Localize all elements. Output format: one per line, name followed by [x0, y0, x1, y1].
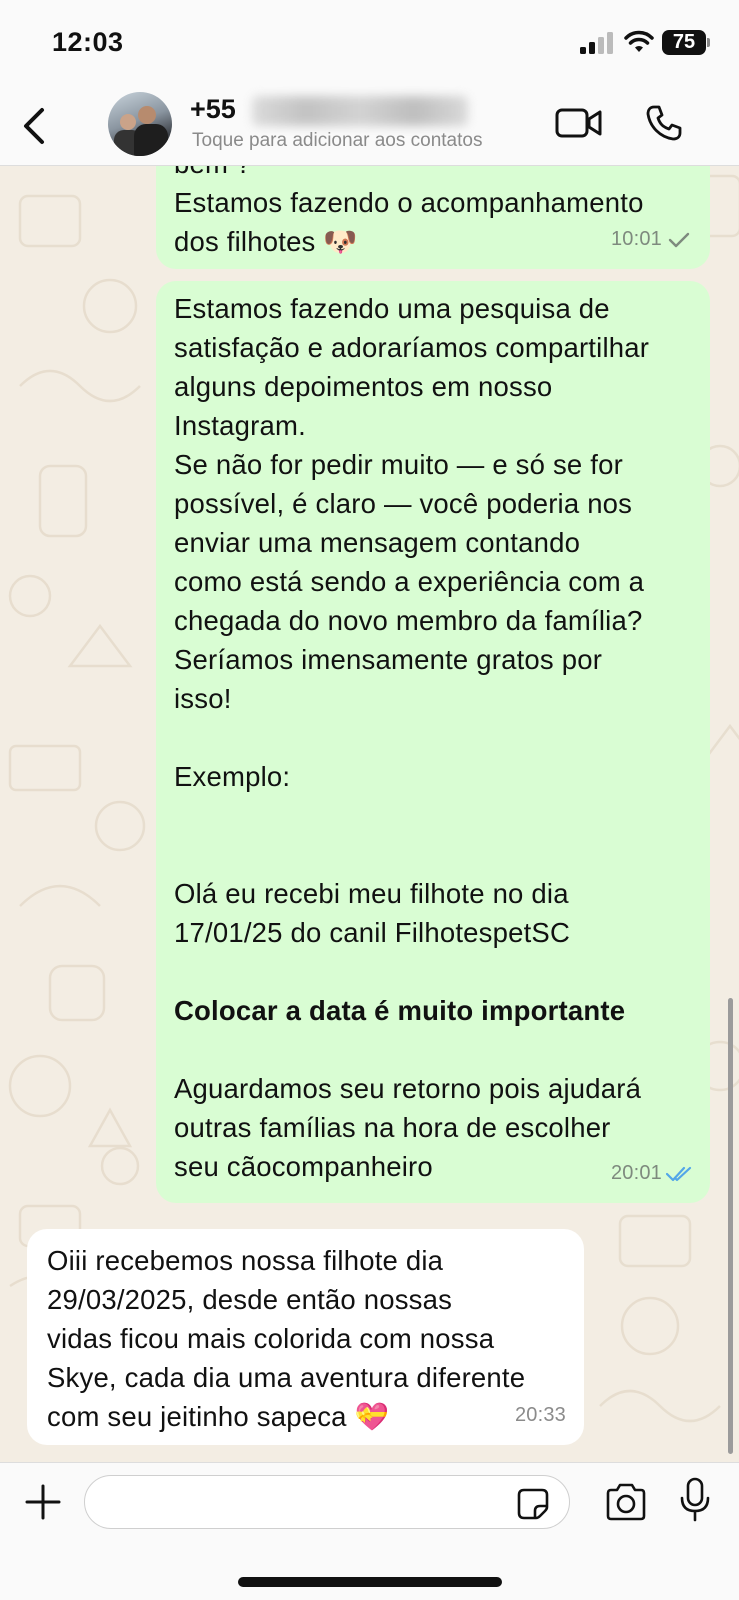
message-line: Oiii recebemos nossa filhote dia — [47, 1245, 444, 1276]
message-bubble-incoming[interactable]: Oiii recebemos nossa filhote dia 29/03/2… — [27, 1229, 584, 1445]
message-line: Skye, cada dia uma aventura diferente — [47, 1362, 526, 1393]
battery-level: 75 — [672, 31, 696, 53]
contact-subtitle[interactable]: Toque para adicionar aos contatos — [192, 130, 482, 152]
plus-icon[interactable] — [24, 1483, 62, 1521]
avatar[interactable] — [108, 92, 172, 156]
message-line: Exemplo: — [174, 761, 291, 792]
message-line: Olá eu recebi meu filhote no dia — [174, 878, 569, 909]
back-icon[interactable] — [20, 104, 50, 148]
message-time: 20:01 — [610, 1162, 662, 1184]
message-line: bem ? — [174, 166, 692, 183]
sticker-icon[interactable] — [516, 1487, 550, 1521]
input-bar — [0, 1462, 739, 1600]
message-line: vidas ficou mais colorida com nossa — [47, 1323, 495, 1354]
contact-name[interactable]: +55 — [190, 94, 236, 125]
message-line: chegada do novo membro da família? — [174, 605, 643, 636]
message-line: como está sendo a experiência com a — [174, 566, 645, 597]
message-line: Aguardamos seu retorno pois ajudará — [174, 1073, 642, 1104]
voice-call-icon[interactable] — [645, 104, 683, 142]
message-line-bold: Colocar a data é muito importante — [174, 995, 626, 1026]
message-line — [174, 718, 692, 757]
home-indicator[interactable] — [238, 1577, 502, 1587]
message-line: enviar uma mensagem contando — [174, 527, 581, 558]
message-line: Se não for pedir muito — e só se for — [174, 449, 623, 480]
message-line: Estamos fazendo o acompanhamento — [174, 187, 644, 218]
scroll-indicator[interactable] — [728, 998, 733, 1454]
message-line: Estamos fazendo uma pesquisa de — [174, 293, 610, 324]
status-bar: 12:03 75 — [0, 0, 739, 88]
message-bubble-outgoing[interactable]: bem ? Estamos fazendo o acompanhamento d… — [156, 166, 710, 269]
message-line: com seu jeitinho sapeca 💝 — [47, 1401, 389, 1432]
message-line: outras famílias na hora de escolher — [174, 1112, 611, 1143]
message-line: possível, é claro — você poderia nos — [174, 488, 633, 519]
message-line: alguns depoimentos em nosso — [174, 371, 553, 402]
camera-icon[interactable] — [604, 1483, 648, 1521]
microphone-icon[interactable] — [678, 1477, 712, 1523]
message-line — [174, 952, 692, 991]
cellular-signal-icon — [580, 32, 613, 54]
message-line — [174, 1030, 692, 1069]
status-time: 12:03 — [52, 27, 124, 57]
message-bubble-outgoing[interactable]: Estamos fazendo uma pesquisa de satisfaç… — [156, 281, 710, 1203]
read-double-check-icon — [666, 1166, 692, 1181]
message-line: Seríamos imensamente gratos por — [174, 644, 603, 675]
message-time: 10:01 — [610, 228, 662, 250]
message-input[interactable] — [84, 1475, 570, 1529]
sent-check-icon — [668, 232, 690, 247]
battery-tip — [707, 38, 710, 47]
message-line — [174, 796, 692, 835]
message-meta: 20:01 — [611, 1154, 692, 1193]
chat-header: +55 Toque para adicionar aos contatos — [0, 88, 739, 166]
wifi-icon — [624, 30, 654, 52]
video-call-icon[interactable] — [555, 106, 603, 140]
message-line: 17/01/25 do canil FilhotespetSC — [174, 917, 571, 948]
chat-area[interactable]: bem ? Estamos fazendo o acompanhamento d… — [0, 166, 739, 1462]
message-meta: 10:01 — [611, 220, 692, 259]
message-line: 29/03/2025, desde então nossas — [47, 1284, 453, 1315]
message-meta: 20:33 — [515, 1396, 566, 1435]
message-line: satisfação e adoraríamos compartilhar — [174, 332, 650, 363]
message-line — [174, 835, 692, 874]
message-time: 20:33 — [514, 1404, 566, 1426]
message-line: isso! — [174, 683, 232, 714]
redacted-number — [252, 96, 468, 126]
battery-icon: 75 — [662, 30, 706, 55]
message-line: Instagram. — [174, 410, 306, 441]
